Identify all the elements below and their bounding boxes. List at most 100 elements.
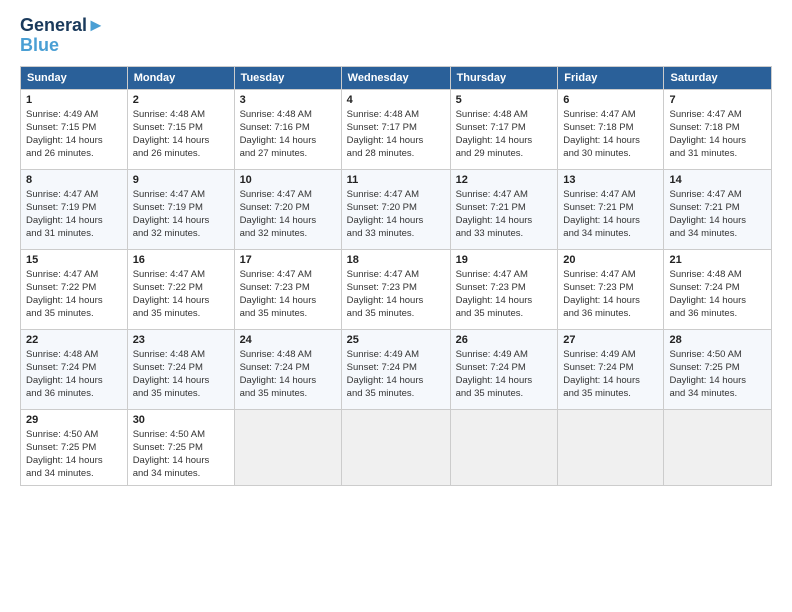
calendar-cell: 16 Sunrise: 4:47 AMSunset: 7:22 PMDayligh…: [127, 249, 234, 329]
day-info: Sunrise: 4:47 AMSunset: 7:19 PMDaylight:…: [133, 188, 229, 241]
day-number: 2: [133, 94, 229, 106]
day-info: Sunrise: 4:50 AMSunset: 7:25 PMDaylight:…: [669, 348, 766, 401]
calendar-cell: 4 Sunrise: 4:48 AMSunset: 7:17 PMDaylight…: [341, 89, 450, 169]
calendar-cell: 30Sunrise: 4:50 AMSunset: 7:25 PMDayligh…: [127, 409, 234, 485]
calendar-cell: 28 Sunrise: 4:50 AMSunset: 7:25 PMDayligh…: [664, 329, 772, 409]
day-info: Sunrise: 4:49 AMSunset: 7:15 PMDaylight:…: [26, 108, 122, 161]
day-info: Sunrise: 4:49 AMSunset: 7:24 PMDaylight:…: [347, 348, 445, 401]
calendar-cell: 6 Sunrise: 4:47 AMSunset: 7:18 PMDaylight…: [558, 89, 664, 169]
day-info: Sunrise: 4:49 AMSunset: 7:24 PMDaylight:…: [456, 348, 553, 401]
weekday-header: Tuesday: [234, 66, 341, 89]
day-info: Sunrise: 4:47 AMSunset: 7:23 PMDaylight:…: [347, 268, 445, 321]
day-info: Sunrise: 4:49 AMSunset: 7:24 PMDaylight:…: [563, 348, 658, 401]
day-number: 16: [133, 254, 229, 266]
calendar-cell: [341, 409, 450, 485]
day-info: Sunrise: 4:50 AMSunset: 7:25 PMDaylight:…: [26, 428, 122, 481]
logo-text: General►: [20, 16, 105, 36]
calendar-cell: 8 Sunrise: 4:47 AMSunset: 7:19 PMDaylight…: [21, 169, 128, 249]
day-info: Sunrise: 4:48 AMSunset: 7:15 PMDaylight:…: [133, 108, 229, 161]
day-info: Sunrise: 4:47 AMSunset: 7:23 PMDaylight:…: [563, 268, 658, 321]
calendar-cell: 29 Sunrise: 4:50 AMSunset: 7:25 PMDayligh…: [21, 409, 128, 485]
page: General► Blue SundayMondayTuesdayWednesd…: [0, 0, 792, 612]
weekday-header: Sunday: [21, 66, 128, 89]
calendar-cell: 5 Sunrise: 4:48 AMSunset: 7:17 PMDaylight…: [450, 89, 558, 169]
day-info: Sunrise: 4:48 AMSunset: 7:24 PMDaylight:…: [26, 348, 122, 401]
day-info: Sunrise: 4:47 AMSunset: 7:20 PMDaylight:…: [347, 188, 445, 241]
calendar-cell: 23 Sunrise: 4:48 AMSunset: 7:24 PMDayligh…: [127, 329, 234, 409]
day-number: 17: [240, 254, 336, 266]
day-info: Sunrise: 4:47 AMSunset: 7:19 PMDaylight:…: [26, 188, 122, 241]
day-number: 21: [669, 254, 766, 266]
day-number: 29: [26, 414, 122, 426]
calendar-cell: 25 Sunrise: 4:49 AMSunset: 7:24 PMDayligh…: [341, 329, 450, 409]
day-info: Sunrise: 4:48 AMSunset: 7:17 PMDaylight:…: [347, 108, 445, 161]
day-number: 4: [347, 94, 445, 106]
calendar-cell: 20 Sunrise: 4:47 AMSunset: 7:23 PMDayligh…: [558, 249, 664, 329]
day-number: 28: [669, 334, 766, 346]
day-info: Sunrise: 4:47 AMSunset: 7:18 PMDaylight:…: [669, 108, 766, 161]
day-number: 3: [240, 94, 336, 106]
calendar-cell: 27 Sunrise: 4:49 AMSunset: 7:24 PMDayligh…: [558, 329, 664, 409]
calendar: SundayMondayTuesdayWednesdayThursdayFrid…: [20, 66, 772, 486]
day-info: Sunrise: 4:48 AMSunset: 7:24 PMDaylight:…: [669, 268, 766, 321]
day-info: Sunrise: 4:47 AMSunset: 7:21 PMDaylight:…: [669, 188, 766, 241]
calendar-cell: 24 Sunrise: 4:48 AMSunset: 7:24 PMDayligh…: [234, 329, 341, 409]
day-info: Sunrise: 4:47 AMSunset: 7:22 PMDaylight:…: [26, 268, 122, 321]
weekday-header: Monday: [127, 66, 234, 89]
calendar-cell: 12 Sunrise: 4:47 AMSunset: 7:21 PMDayligh…: [450, 169, 558, 249]
header: General► Blue: [20, 16, 772, 56]
calendar-cell: 10 Sunrise: 4:47 AMSunset: 7:20 PMDayligh…: [234, 169, 341, 249]
logo: General► Blue: [20, 16, 105, 56]
day-number: 22: [26, 334, 122, 346]
day-number: 12: [456, 174, 553, 186]
day-info: Sunrise: 4:50 AMSunset: 7:25 PMDaylight:…: [133, 428, 229, 481]
calendar-cell: 18Sunrise: 4:47 AMSunset: 7:23 PMDayligh…: [341, 249, 450, 329]
calendar-cell: [664, 409, 772, 485]
day-info: Sunrise: 4:47 AMSunset: 7:21 PMDaylight:…: [563, 188, 658, 241]
calendar-cell: 13 Sunrise: 4:47 AMSunset: 7:21 PMDayligh…: [558, 169, 664, 249]
day-number: 11: [347, 174, 445, 186]
day-info: Sunrise: 4:48 AMSunset: 7:24 PMDaylight:…: [240, 348, 336, 401]
day-number: 1: [26, 94, 122, 106]
calendar-cell: 15Sunrise: 4:47 AMSunset: 7:22 PMDayligh…: [21, 249, 128, 329]
day-number: 25: [347, 334, 445, 346]
day-number: 5: [456, 94, 553, 106]
calendar-cell: 11 Sunrise: 4:47 AMSunset: 7:20 PMDayligh…: [341, 169, 450, 249]
calendar-cell: 2 Sunrise: 4:48 AMSunset: 7:15 PMDaylight…: [127, 89, 234, 169]
day-info: Sunrise: 4:47 AMSunset: 7:20 PMDaylight:…: [240, 188, 336, 241]
day-number: 7: [669, 94, 766, 106]
day-number: 20: [563, 254, 658, 266]
day-number: 27: [563, 334, 658, 346]
calendar-cell: 22 Sunrise: 4:48 AMSunset: 7:24 PMDayligh…: [21, 329, 128, 409]
calendar-cell: 1 Sunrise: 4:49 AMSunset: 7:15 PMDaylight…: [21, 89, 128, 169]
weekday-header: Friday: [558, 66, 664, 89]
weekday-header: Saturday: [664, 66, 772, 89]
day-number: 14: [669, 174, 766, 186]
day-number: 6: [563, 94, 658, 106]
day-info: Sunrise: 4:47 AMSunset: 7:22 PMDaylight:…: [133, 268, 229, 321]
calendar-cell: 9 Sunrise: 4:47 AMSunset: 7:19 PMDaylight…: [127, 169, 234, 249]
day-info: Sunrise: 4:47 AMSunset: 7:21 PMDaylight:…: [456, 188, 553, 241]
day-number: 8: [26, 174, 122, 186]
day-number: 26: [456, 334, 553, 346]
day-info: Sunrise: 4:48 AMSunset: 7:17 PMDaylight:…: [456, 108, 553, 161]
day-info: Sunrise: 4:47 AMSunset: 7:23 PMDaylight:…: [240, 268, 336, 321]
day-number: 10: [240, 174, 336, 186]
day-info: Sunrise: 4:47 AMSunset: 7:23 PMDaylight:…: [456, 268, 553, 321]
calendar-cell: [558, 409, 664, 485]
calendar-cell: [450, 409, 558, 485]
calendar-cell: 21 Sunrise: 4:48 AMSunset: 7:24 PMDayligh…: [664, 249, 772, 329]
weekday-header: Wednesday: [341, 66, 450, 89]
calendar-cell: 17 Sunrise: 4:47 AMSunset: 7:23 PMDayligh…: [234, 249, 341, 329]
calendar-cell: [234, 409, 341, 485]
day-info: Sunrise: 4:48 AMSunset: 7:24 PMDaylight:…: [133, 348, 229, 401]
day-number: 13: [563, 174, 658, 186]
day-number: 9: [133, 174, 229, 186]
calendar-cell: 26 Sunrise: 4:49 AMSunset: 7:24 PMDayligh…: [450, 329, 558, 409]
day-info: Sunrise: 4:47 AMSunset: 7:18 PMDaylight:…: [563, 108, 658, 161]
day-info: Sunrise: 4:48 AMSunset: 7:16 PMDaylight:…: [240, 108, 336, 161]
calendar-cell: 7 Sunrise: 4:47 AMSunset: 7:18 PMDaylight…: [664, 89, 772, 169]
day-number: 23: [133, 334, 229, 346]
calendar-cell: 19Sunrise: 4:47 AMSunset: 7:23 PMDayligh…: [450, 249, 558, 329]
day-number: 24: [240, 334, 336, 346]
